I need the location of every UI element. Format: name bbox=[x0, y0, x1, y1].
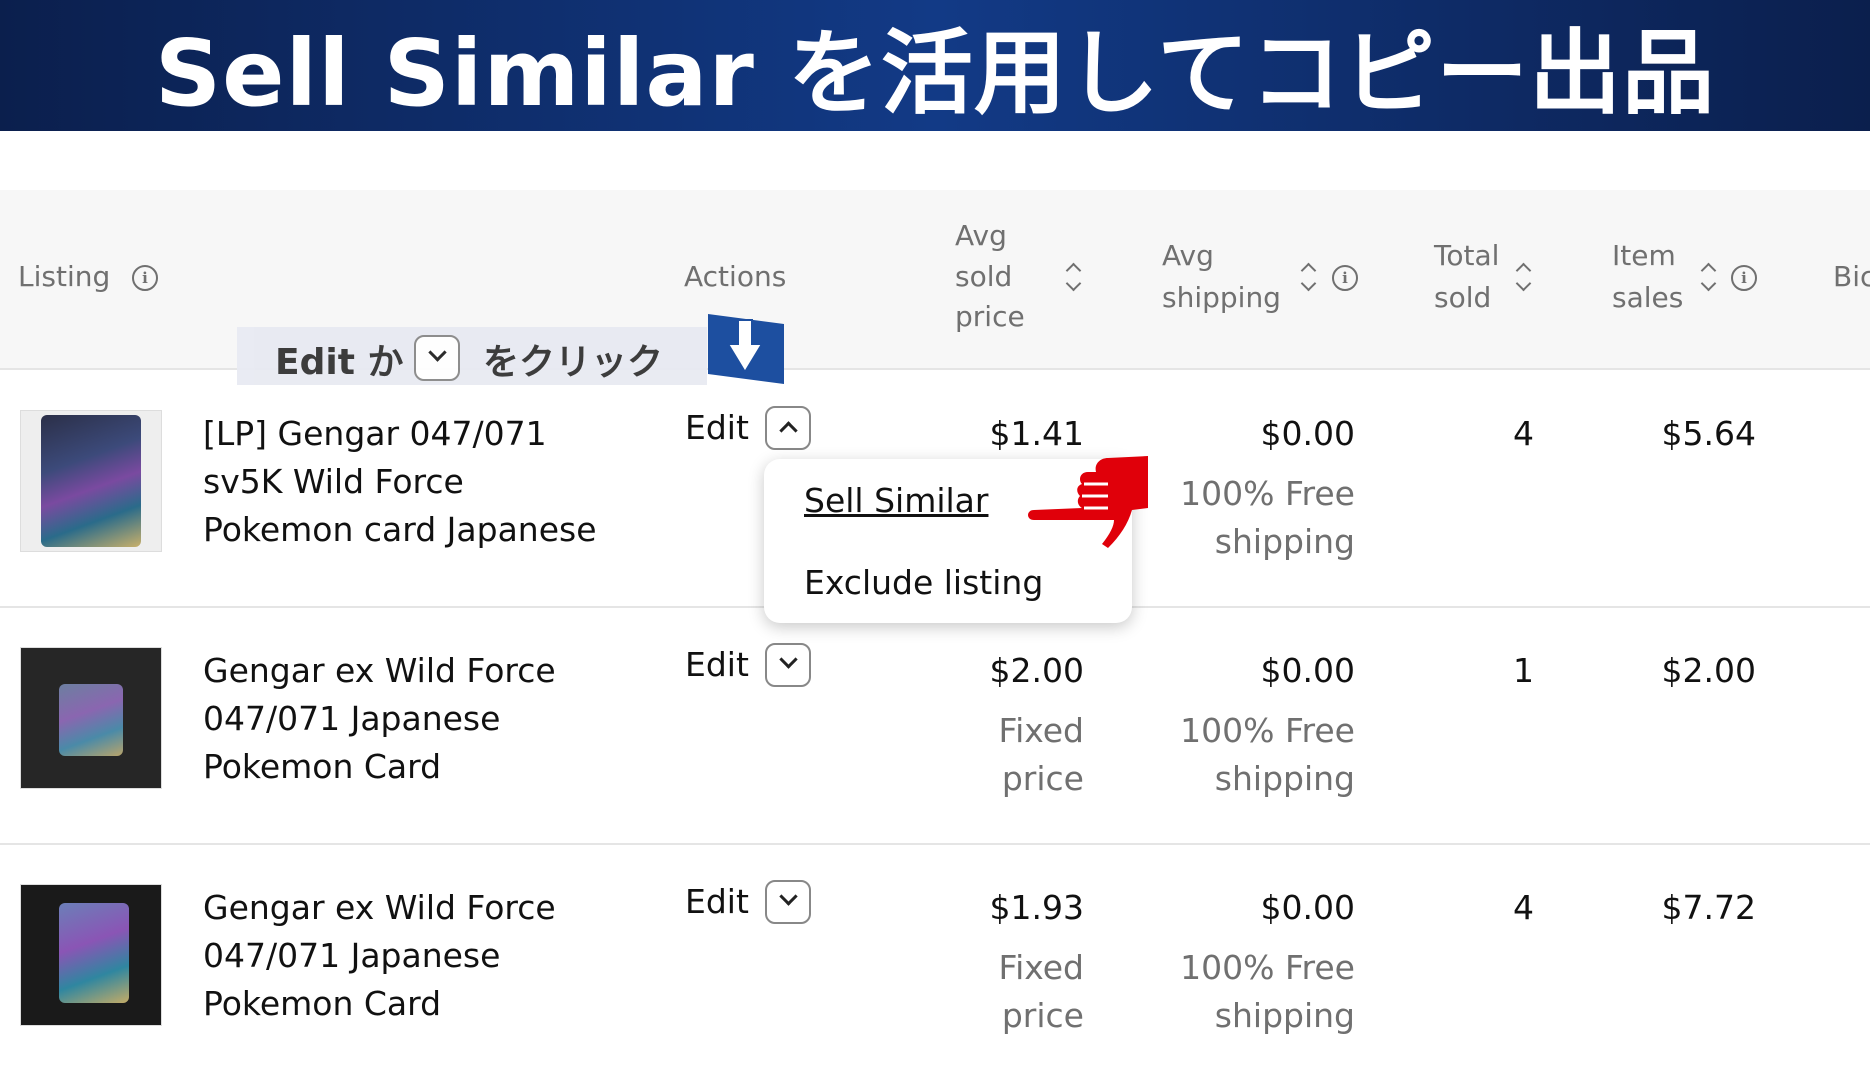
edit-link[interactable]: Edit bbox=[685, 408, 749, 447]
instruction-text-after: をクリック bbox=[483, 342, 664, 383]
header-total-sold-1[interactable]: Total bbox=[1434, 235, 1499, 276]
avg-shipping: $0.00 bbox=[1260, 888, 1355, 927]
listing-title-line[interactable]: Gengar ex Wild Force bbox=[203, 647, 556, 695]
chevron-up-icon[interactable] bbox=[765, 406, 811, 450]
sort-icon[interactable] bbox=[1515, 260, 1533, 294]
shipping-sub: shipping bbox=[1214, 522, 1355, 561]
item-sales: $5.64 bbox=[1661, 414, 1756, 453]
table-row: Gengar ex Wild Force 047/071 Japanese Po… bbox=[0, 607, 1870, 845]
shipping-sub: 100% Free bbox=[1180, 711, 1355, 750]
price-sub: Fixed bbox=[998, 948, 1084, 987]
header-item-sales-2[interactable]: sales bbox=[1612, 277, 1683, 318]
header-avg-sold-price-2[interactable]: sold bbox=[955, 256, 1012, 297]
listing-thumbnail[interactable] bbox=[20, 884, 162, 1026]
shipping-sub: 100% Free bbox=[1180, 948, 1355, 987]
shipping-sub: shipping bbox=[1214, 996, 1355, 1035]
avg-sold-price: $1.41 bbox=[989, 414, 1084, 453]
edit-link[interactable]: Edit bbox=[685, 645, 749, 684]
card-image bbox=[41, 415, 141, 547]
card-image bbox=[59, 903, 129, 1003]
instruction-text-before: Edit か bbox=[275, 342, 404, 383]
edit-link[interactable]: Edit bbox=[685, 882, 749, 921]
info-icon[interactable]: i bbox=[1332, 265, 1358, 291]
header-avg-shipping-2[interactable]: shipping bbox=[1162, 277, 1281, 318]
listing-title-line[interactable]: sv5K Wild Force bbox=[203, 458, 464, 506]
listing-thumbnail[interactable] bbox=[20, 410, 162, 552]
down-arrow-icon bbox=[706, 314, 784, 384]
total-sold: 4 bbox=[1513, 414, 1534, 453]
shipping-sub: 100% Free bbox=[1180, 474, 1355, 513]
listing-title-line[interactable]: Pokemon card Japanese bbox=[203, 506, 597, 554]
sort-icon[interactable] bbox=[1065, 260, 1083, 294]
header-total-sold-2[interactable]: sold bbox=[1434, 277, 1491, 318]
price-sub: Fixed bbox=[998, 711, 1084, 750]
header-avg-sold-price-3[interactable]: price bbox=[955, 296, 1025, 337]
pointing-hand-icon bbox=[1024, 452, 1148, 552]
listing-title-line[interactable]: [LP] Gengar 047/071 bbox=[203, 410, 547, 458]
total-sold: 1 bbox=[1513, 651, 1534, 690]
listing-title-line[interactable]: Pokemon Card bbox=[203, 743, 441, 791]
total-sold: 4 bbox=[1513, 888, 1534, 927]
avg-sold-price: $2.00 bbox=[989, 651, 1084, 690]
chevron-down-icon[interactable] bbox=[765, 643, 811, 687]
header-avg-shipping-1[interactable]: Avg bbox=[1162, 235, 1214, 276]
price-sub: price bbox=[1001, 759, 1084, 798]
card-image bbox=[59, 684, 123, 756]
banner: Sell Similar を活用してコピー出品 bbox=[0, 0, 1870, 131]
avg-shipping: $0.00 bbox=[1260, 414, 1355, 453]
header-avg-sold-price-1[interactable]: Avg bbox=[955, 215, 1007, 256]
banner-title: Sell Similar を活用してコピー出品 bbox=[154, 20, 1716, 127]
avg-sold-price: $1.93 bbox=[989, 888, 1084, 927]
shipping-sub: shipping bbox=[1214, 759, 1355, 798]
header-listing[interactable]: Listing bbox=[18, 256, 110, 297]
header-actions: Actions bbox=[684, 260, 787, 293]
instruction-overlay: Edit か をクリック bbox=[237, 327, 707, 385]
info-icon[interactable]: i bbox=[132, 265, 158, 291]
price-sub: price bbox=[1001, 996, 1084, 1035]
item-sales: $2.00 bbox=[1661, 651, 1756, 690]
listing-title-line[interactable]: 047/071 Japanese bbox=[203, 932, 500, 980]
listing-title-line[interactable]: Gengar ex Wild Force bbox=[203, 884, 556, 932]
sell-similar-option[interactable]: Sell Similar bbox=[804, 481, 988, 520]
header-item-sales-1[interactable]: Item bbox=[1612, 235, 1676, 276]
header-bid[interactable]: Bic bbox=[1833, 256, 1870, 297]
item-sales: $7.72 bbox=[1661, 888, 1756, 927]
table-row: Gengar ex Wild Force 047/071 Japanese Po… bbox=[0, 844, 1870, 1080]
sort-icon[interactable] bbox=[1700, 260, 1718, 294]
listing-thumbnail[interactable] bbox=[20, 647, 162, 789]
chevron-down-icon bbox=[414, 335, 460, 381]
listing-title-line[interactable]: 047/071 Japanese bbox=[203, 695, 500, 743]
chevron-down-icon[interactable] bbox=[765, 880, 811, 924]
listing-title-line[interactable]: Pokemon Card bbox=[203, 980, 441, 1028]
avg-shipping: $0.00 bbox=[1260, 651, 1355, 690]
info-icon[interactable]: i bbox=[1731, 265, 1757, 291]
sort-icon[interactable] bbox=[1300, 260, 1318, 294]
exclude-listing-option[interactable]: Exclude listing bbox=[804, 563, 1043, 602]
